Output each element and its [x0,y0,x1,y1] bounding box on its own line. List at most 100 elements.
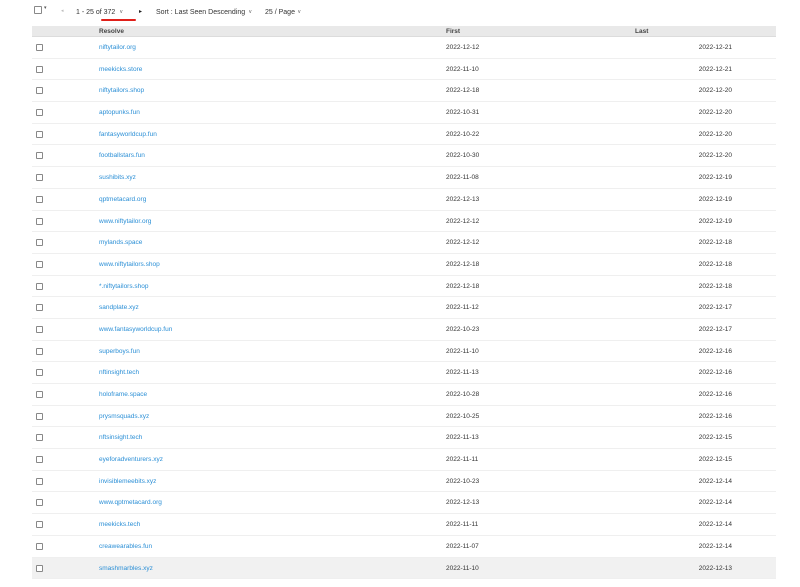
first-seen-date: 2022-11-11 [446,521,479,529]
table-row[interactable]: creawearables.fun 2022-11-07 2022-12-14 [32,536,776,558]
row-checkbox[interactable] [36,87,43,95]
highlight-underline [101,19,136,21]
sort-chevron-down-icon[interactable]: v [249,9,252,15]
resolve-link[interactable]: www.niftytailors.shop [99,261,160,268]
row-checkbox[interactable] [36,130,43,138]
pagination-range[interactable]: 1 - 25 of 372 [76,9,115,16]
row-checkbox[interactable] [36,195,43,203]
table-row[interactable]: nftsinsight.tech 2022-11-13 2022-12-15 [32,427,776,450]
row-checkbox[interactable] [36,564,43,572]
table-row[interactable]: sandplate.xyz 2022-11-12 2022-12-17 [32,297,776,319]
resolve-link[interactable]: eyeforadventurers.xyz [99,456,163,463]
resolve-link[interactable]: niftytailors.shop [99,87,144,94]
row-checkbox[interactable] [36,477,43,485]
header-last[interactable]: Last [635,28,648,35]
table-header: Resolve First Last [32,26,776,37]
header-first[interactable]: First [446,28,460,35]
last-seen-date: 2022-12-18 [698,239,732,247]
row-checkbox[interactable] [36,217,43,225]
last-seen-date: 2022-12-14 [698,521,732,529]
resolve-link[interactable]: nftinsight.tech [99,369,139,376]
table-row[interactable]: smashmarbles.xyz 2022-11-10 2022-12-13 [32,557,776,580]
table-row[interactable]: mylands.space 2022-12-12 2022-12-18 [32,232,776,254]
row-checkbox[interactable] [36,412,43,420]
resolve-link[interactable]: holoframe.space [99,391,147,398]
table-row[interactable]: prysmsquads.xyz 2022-10-25 2022-12-16 [32,406,776,428]
table-row[interactable]: *.niftytailors.shop 2022-12-18 2022-12-18 [32,276,776,298]
last-seen-date: 2022-12-19 [698,217,732,225]
table-row[interactable]: www.niftytailor.org 2022-12-12 2022-12-19 [32,211,776,233]
sort-dropdown[interactable]: Sort : Last Seen Descending [156,9,245,16]
resolve-link[interactable]: meekicks.tech [99,521,140,528]
range-prefix: 1 - 25 of [76,9,104,16]
last-seen-date: 2022-12-17 [698,304,732,312]
resolve-link[interactable]: www.fantasyworldcup.fun [99,326,172,333]
row-checkbox[interactable] [36,65,43,73]
resolve-link[interactable]: aptopunks.fun [99,109,140,116]
resolve-link[interactable]: niftytailor.org [99,44,136,51]
resolve-link[interactable]: qptmetacard.org [99,196,146,203]
table-row[interactable]: www.fantasyworldcup.fun 2022-10-23 2022-12… [32,319,776,341]
row-checkbox[interactable] [36,369,43,377]
table-row[interactable]: nftinsight.tech 2022-11-13 2022-12-16 [32,362,776,384]
select-all-checkbox[interactable] [34,6,42,14]
table-row[interactable]: www.qptmetacard.org 2022-12-13 2022-12-14 [32,492,776,515]
resolve-link[interactable]: meekicks.store [99,66,142,73]
last-seen-date: 2022-12-15 [698,456,732,464]
table-row[interactable]: niftytailors.shop 2022-12-18 2022-12-20 [32,80,776,103]
row-checkbox[interactable] [36,499,43,507]
previous-page-icon[interactable]: ◂ [61,8,64,14]
resolve-link[interactable]: sushibits.xyz [99,174,136,181]
select-menu-caret-icon[interactable]: ▾ [44,5,47,11]
resolve-link[interactable]: prysmsquads.xyz [99,413,149,420]
table-row[interactable]: meekicks.store 2022-11-10 2022-12-21 [32,59,776,81]
row-checkbox[interactable] [36,239,43,247]
first-seen-date: 2022-11-10 [446,65,479,73]
page-size-dropdown[interactable]: 25 / Page [265,9,295,16]
table-row[interactable]: qptmetacard.org 2022-12-13 2022-12-19 [32,189,776,211]
row-checkbox[interactable] [36,521,43,529]
resolve-link[interactable]: mylands.space [99,239,142,246]
row-checkbox[interactable] [36,542,43,550]
row-checkbox[interactable] [36,109,43,117]
row-checkbox[interactable] [36,152,43,160]
range-chevron-down-icon[interactable]: v [120,9,123,15]
row-checkbox[interactable] [36,325,43,333]
row-checkbox[interactable] [36,347,43,355]
row-checkbox[interactable] [36,282,43,290]
table-row[interactable]: superboys.fun 2022-11-10 2022-12-16 [32,341,776,363]
row-checkbox[interactable] [36,434,43,442]
row-checkbox[interactable] [36,44,43,51]
table-row[interactable]: invisiblemeebits.xyz 2022-10-23 2022-12-14 [32,471,776,493]
table-row[interactable]: www.niftytailors.shop 2022-12-18 2022-12-1… [32,254,776,276]
resolve-link[interactable]: footballstars.fun [99,152,145,159]
row-checkbox[interactable] [36,391,43,398]
resolve-link[interactable]: creawearables.fun [99,543,152,550]
table-row[interactable]: aptopunks.fun 2022-10-31 2022-12-20 [32,102,776,124]
resolve-link[interactable]: fantasyworldcup.fun [99,131,157,138]
row-checkbox[interactable] [36,456,43,464]
table-row[interactable]: holoframe.space 2022-10-28 2022-12-16 [32,384,776,406]
resolve-link[interactable]: www.qptmetacard.org [99,499,162,506]
row-checkbox[interactable] [36,304,43,312]
row-checkbox[interactable] [36,260,43,268]
table-row[interactable]: niftytailor.org 2022-12-12 2022-12-21 [32,37,776,59]
next-page-icon[interactable]: ▸ [139,8,142,15]
header-resolve[interactable]: Resolve [99,28,124,35]
table-row[interactable]: footballstars.fun 2022-10-30 2022-12-20 [32,145,776,168]
resolve-link[interactable]: superboys.fun [99,348,140,355]
resolve-link[interactable]: *.niftytailors.shop [99,283,149,290]
table-row[interactable]: meekicks.tech 2022-11-11 2022-12-14 [32,514,776,536]
resolve-link[interactable]: smashmarbles.xyz [99,565,153,572]
resolve-link[interactable]: sandplate.xyz [99,304,139,311]
page-size-chevron-down-icon[interactable]: v [298,9,301,15]
table-row[interactable]: eyeforadventurers.xyz 2022-11-11 2022-12-1… [32,449,776,471]
table-row[interactable]: fantasyworldcup.fun 2022-10-22 2022-12-20 [32,124,776,146]
first-seen-date: 2022-10-30 [446,152,480,160]
resolve-link[interactable]: invisiblemeebits.xyz [99,478,156,485]
resolve-link[interactable]: www.niftytailor.org [99,218,151,225]
first-seen-date: 2022-11-07 [446,542,479,550]
resolve-link[interactable]: nftsinsight.tech [99,434,142,441]
table-row[interactable]: sushibits.xyz 2022-11-08 2022-12-19 [32,167,776,189]
row-checkbox[interactable] [36,174,43,182]
